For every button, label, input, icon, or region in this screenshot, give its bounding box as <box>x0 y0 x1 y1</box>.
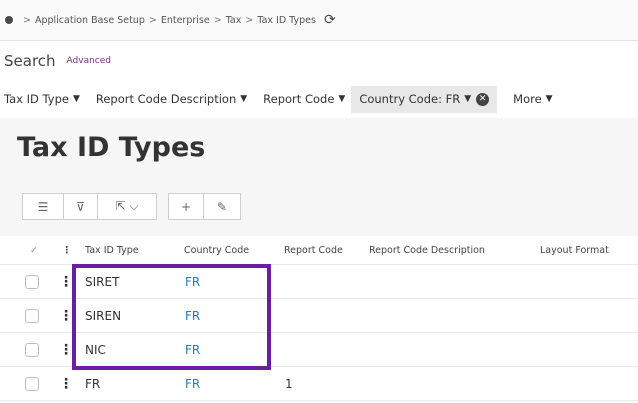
column-header-report-code[interactable]: Report Code <box>284 236 343 264</box>
export-icon: ⇱ ⌵ <box>115 199 139 213</box>
table-row[interactable]: ⋮ SIREN FR <box>0 299 638 333</box>
filter-label: Country Code: FR <box>359 92 461 106</box>
caret-down-icon: ▼ <box>240 94 248 104</box>
breadcrumb-item-tax-id-types: Tax ID Types <box>257 14 316 26</box>
column-header-layout-format[interactable]: Layout Format <box>540 236 609 264</box>
status-dot-icon <box>5 16 13 24</box>
table-header-row: ✓ ⋮ Tax ID Type Country Code Report Code… <box>0 236 638 265</box>
add-icon: + <box>180 199 192 214</box>
row-menu-icon[interactable]: ⋮ <box>59 333 73 366</box>
cell-country-code[interactable]: FR <box>185 333 200 366</box>
cell-tax-id-type: NIC <box>85 342 106 357</box>
filter-button[interactable]: ⊽ <box>63 193 98 220</box>
row-menu-icon[interactable]: ⋮ <box>59 265 73 298</box>
breadcrumb-item-enterprise[interactable]: Enterprise <box>161 15 210 26</box>
breadcrumb-separator: > <box>213 14 222 26</box>
page-title: Tax ID Types <box>17 132 206 163</box>
row-menu-icon[interactable]: ⋮ <box>59 299 73 332</box>
breadcrumb-item-application-base-setup[interactable]: Application Base Setup <box>35 15 145 26</box>
caret-down-icon: ▼ <box>338 94 346 104</box>
filter-tax-id-type[interactable]: Tax ID Type ▼ <box>0 92 84 106</box>
row-checkbox[interactable] <box>25 308 39 323</box>
filter-label: More <box>513 92 542 106</box>
row-menu-icon[interactable]: ⋮ <box>59 367 73 400</box>
column-header-country-code[interactable]: Country Code <box>184 236 249 264</box>
clear-filter-icon[interactable]: ✕ <box>476 92 490 106</box>
breadcrumb: > Application Base Setup > Enterprise > … <box>0 0 638 41</box>
grid-toolbar: ☰ ⊽ ⇱ ⌵ + ✎ <box>0 180 638 236</box>
refresh-icon[interactable]: ⟳ <box>324 13 336 27</box>
cell-tax-id-type: SIRET <box>85 274 120 289</box>
table-row[interactable]: ⋮ SIRET FR <box>0 265 638 299</box>
list-icon: ☰ <box>37 199 49 214</box>
breadcrumb-separator: > <box>148 14 157 26</box>
cell-report-code: 1 <box>285 376 293 391</box>
column-header-report-code-description[interactable]: Report Code Description <box>369 236 485 264</box>
row-checkbox[interactable] <box>25 376 39 391</box>
tax-id-types-table: ✓ ⋮ Tax ID Type Country Code Report Code… <box>0 236 638 401</box>
edit-icon: ✎ <box>216 199 228 214</box>
page-header: Tax ID Types <box>0 118 638 180</box>
filter-bar: Tax ID Type ▼ Report Code Description ▼ … <box>0 81 638 117</box>
cell-tax-id-type: FR <box>85 376 101 391</box>
breadcrumb-separator: > <box>245 14 254 26</box>
row-checkbox[interactable] <box>25 342 39 357</box>
table-row[interactable]: ⋮ NIC FR <box>0 333 638 367</box>
filter-label: Report Code Description <box>95 92 237 106</box>
filter-label: Report Code <box>263 92 335 106</box>
row-checkbox[interactable] <box>25 274 39 289</box>
filter-report-code-description[interactable]: Report Code Description ▼ <box>92 92 251 106</box>
export-button[interactable]: ⇱ ⌵ <box>97 193 157 220</box>
filter-icon: ⊽ <box>76 199 85 214</box>
filter-report-code[interactable]: Report Code ▼ <box>259 92 349 106</box>
list-view-button[interactable]: ☰ <box>22 193 64 220</box>
filter-more[interactable]: More ▼ <box>509 92 556 106</box>
breadcrumb-item-tax[interactable]: Tax <box>226 15 242 26</box>
column-header-tax-id-type[interactable]: Tax ID Type <box>85 236 139 264</box>
filter-label: Tax ID Type <box>4 92 69 106</box>
cell-tax-id-type: SIREN <box>85 308 122 323</box>
select-all-checkmark-icon[interactable]: ✓ <box>30 236 38 264</box>
column-menu-icon[interactable]: ⋮ <box>62 236 72 264</box>
caret-down-icon: ▼ <box>545 94 553 104</box>
filter-country-code[interactable]: Country Code: FR ▼ ✕ <box>351 85 498 113</box>
cell-country-code[interactable]: FR <box>185 367 200 400</box>
cell-country-code[interactable]: FR <box>185 299 200 332</box>
caret-down-icon: ▼ <box>464 94 472 104</box>
search-bar: Search Advanced <box>0 40 638 81</box>
advanced-search-link[interactable]: Advanced <box>67 56 111 66</box>
caret-down-icon: ▼ <box>72 94 80 104</box>
search-title: Search <box>4 51 56 70</box>
cell-country-code[interactable]: FR <box>185 265 200 298</box>
breadcrumb-separator: > <box>23 14 31 26</box>
table-row[interactable]: ⋮ FR FR 1 <box>0 367 638 401</box>
edit-button[interactable]: ✎ <box>203 193 241 220</box>
add-button[interactable]: + <box>168 193 204 220</box>
